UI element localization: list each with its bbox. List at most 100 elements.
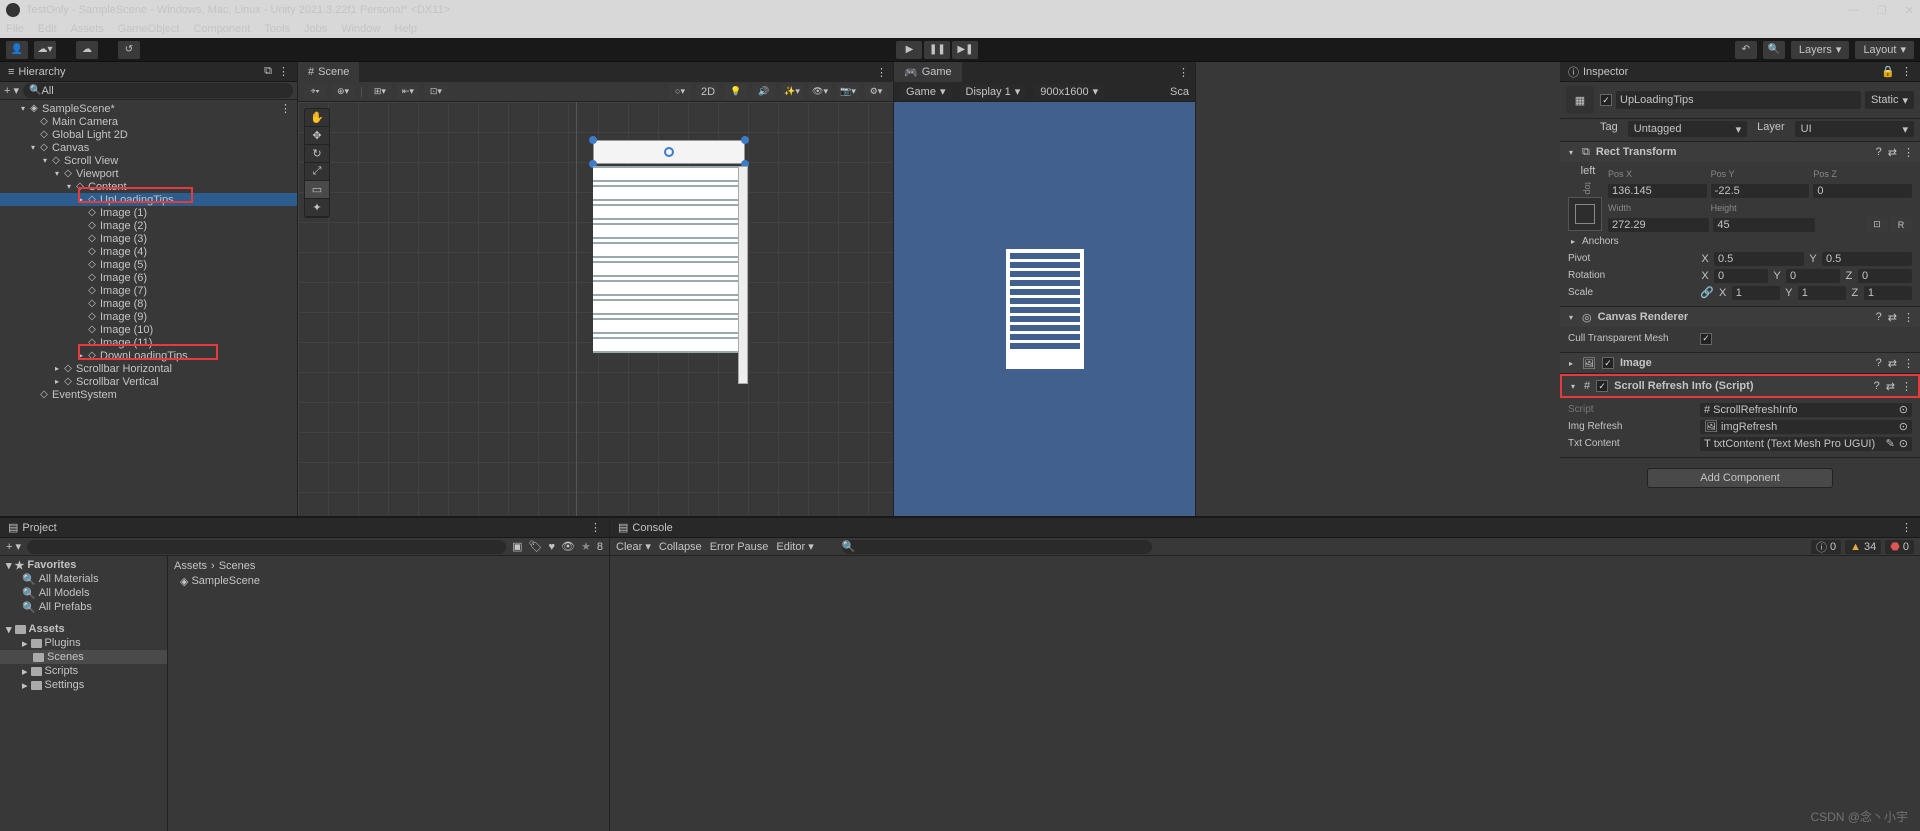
tree-item[interactable]: ▸◇Scrollbar Horizontal bbox=[0, 362, 297, 375]
pivot-x[interactable]: 0.5 bbox=[1714, 252, 1804, 266]
script-enabled-checkbox[interactable] bbox=[1596, 380, 1608, 392]
collapse-toggle[interactable]: Collapse bbox=[659, 541, 702, 553]
fav-item[interactable]: 🔍All Prefabs bbox=[0, 600, 167, 614]
row-menu-icon[interactable]: ⋮ bbox=[280, 102, 297, 115]
tree-item[interactable]: ◇Image (9) bbox=[0, 310, 297, 323]
tree-item[interactable]: ◇Image (10) bbox=[0, 323, 297, 336]
inspector-lock-icon[interactable]: 🔒 bbox=[1881, 65, 1895, 78]
pivot-y[interactable]: 0.5 bbox=[1822, 252, 1912, 266]
search-favorite-icon[interactable]: ♥ bbox=[549, 541, 556, 553]
tree-item[interactable]: ◇EventSystem bbox=[0, 388, 297, 401]
tree-item[interactable]: ▸◇Scrollbar Vertical bbox=[0, 375, 297, 388]
add-component-button[interactable]: Add Component bbox=[1647, 468, 1833, 488]
project-search[interactable] bbox=[27, 540, 506, 554]
component-menu-icon[interactable]: ⋮ bbox=[1903, 357, 1914, 370]
width-field[interactable]: 272.29 bbox=[1608, 218, 1709, 232]
tree-item[interactable]: ▾◇Viewport bbox=[0, 167, 297, 180]
gameobject-name-field[interactable]: UpLoadingTips bbox=[1616, 91, 1861, 109]
project-menu-icon[interactable]: ⋮ bbox=[590, 521, 601, 534]
preset-icon[interactable]: ⇄ bbox=[1886, 380, 1895, 393]
folder-item[interactable]: ▸Plugins bbox=[0, 636, 167, 650]
search-by-label-icon[interactable]: 🏷 bbox=[529, 540, 543, 553]
gizmos-dropdown[interactable]: ⚙▾ bbox=[865, 84, 887, 100]
snap-settings-dropdown[interactable]: ⊡▾ bbox=[425, 84, 447, 100]
create-dropdown[interactable]: + ▾ bbox=[4, 84, 19, 97]
tag-dropdown[interactable]: Untagged▾ bbox=[1628, 121, 1747, 137]
hierarchy-menu-icon[interactable]: ⋮ bbox=[278, 65, 289, 78]
menu-edit[interactable]: Edit bbox=[38, 23, 57, 35]
lighting-toggle[interactable]: 💡 bbox=[725, 84, 747, 100]
menu-component[interactable]: Component bbox=[193, 23, 250, 35]
display-dropdown[interactable]: Display 1▾ bbox=[960, 84, 1027, 99]
tree-item[interactable]: ◇Image (3) bbox=[0, 232, 297, 245]
assets-header[interactable]: ▾Assets bbox=[0, 622, 167, 636]
rotate-tool[interactable]: ↻ bbox=[305, 145, 329, 163]
posx-field[interactable]: 136.145 bbox=[1608, 184, 1707, 198]
scene-menu-icon[interactable]: ⋮ bbox=[876, 66, 887, 79]
tree-item[interactable]: ◇Image (4) bbox=[0, 245, 297, 258]
gameobject-icon[interactable]: ▦ bbox=[1566, 86, 1594, 114]
scale-z[interactable]: 1 bbox=[1864, 286, 1912, 300]
camera-dropdown[interactable]: 📷▾ bbox=[837, 84, 859, 100]
error-count[interactable]: ⬣0 bbox=[1885, 540, 1914, 554]
visibility-dropdown[interactable]: 👁▾ bbox=[809, 84, 831, 100]
rot-z[interactable]: 0 bbox=[1858, 269, 1912, 283]
tree-item[interactable]: ◇Image (6) bbox=[0, 271, 297, 284]
img-refresh-field[interactable]: 🖼imgRefresh⊙ bbox=[1700, 420, 1912, 434]
menu-tools[interactable]: Tools bbox=[264, 23, 290, 35]
cull-checkbox[interactable] bbox=[1700, 333, 1712, 345]
move-tool[interactable]: ✥ bbox=[305, 127, 329, 145]
image-enabled-checkbox[interactable] bbox=[1602, 357, 1614, 369]
selected-rect[interactable] bbox=[593, 140, 745, 164]
menu-jobs[interactable]: Jobs bbox=[304, 23, 327, 35]
component-menu-icon[interactable]: ⋮ bbox=[1901, 380, 1912, 393]
game-view[interactable] bbox=[894, 102, 1195, 516]
project-list[interactable]: Assets›Scenes ◈SampleScene bbox=[168, 556, 609, 831]
raw-edit-mode[interactable]: R bbox=[1890, 217, 1912, 233]
folder-item[interactable]: ▸Scripts bbox=[0, 664, 167, 678]
tree-item[interactable]: ◇Image (2) bbox=[0, 219, 297, 232]
tree-item[interactable]: ◇Image (5) bbox=[0, 258, 297, 271]
game-menu-icon[interactable]: ⋮ bbox=[1178, 66, 1189, 79]
info-count[interactable]: ⓘ0 bbox=[1811, 540, 1841, 554]
scene-tab[interactable]: #Scene bbox=[298, 62, 359, 82]
rect-tool[interactable]: ▭ bbox=[305, 181, 329, 199]
project-create-dropdown[interactable]: + ▾ bbox=[6, 540, 21, 553]
tree-item[interactable]: ▾◇Content bbox=[0, 180, 297, 193]
tree-item[interactable]: ◇Main Camera bbox=[0, 115, 297, 128]
hand-tool[interactable]: ✋ bbox=[305, 109, 329, 127]
console-search[interactable]: 🔍 bbox=[842, 540, 1152, 554]
preset-icon[interactable]: ⇄ bbox=[1888, 311, 1897, 324]
preset-icon[interactable]: ⇄ bbox=[1888, 357, 1897, 370]
tree-item[interactable]: ◇Image (11) bbox=[0, 336, 297, 349]
audio-toggle[interactable]: 🔊 bbox=[753, 84, 775, 100]
asset-item[interactable]: ◈SampleScene bbox=[174, 574, 603, 588]
project-tree[interactable]: ▾★Favorites 🔍All Materials 🔍All Models 🔍… bbox=[0, 556, 168, 831]
folder-item-selected[interactable]: Scenes bbox=[0, 650, 167, 664]
hierarchy-popout-icon[interactable]: ⧉ bbox=[264, 65, 272, 78]
txt-content-field[interactable]: TtxtContent (Text Mesh Pro UGUI)✎⊙ bbox=[1700, 437, 1912, 451]
menu-file[interactable]: File bbox=[6, 23, 24, 35]
clear-button[interactable]: Clear ▾ bbox=[616, 540, 651, 553]
history-icon[interactable]: ↺ bbox=[118, 41, 140, 59]
height-field[interactable]: 45 bbox=[1713, 218, 1814, 232]
link-icon[interactable]: 🔗 bbox=[1700, 286, 1714, 299]
cloud-icon[interactable]: ☁ bbox=[76, 41, 98, 59]
menu-help[interactable]: Help bbox=[394, 23, 417, 35]
scale-x[interactable]: 1 bbox=[1732, 286, 1780, 300]
component-menu-icon[interactable]: ⋮ bbox=[1903, 146, 1914, 159]
search-icon[interactable]: 🔍 bbox=[1763, 41, 1785, 59]
active-checkbox[interactable] bbox=[1600, 94, 1612, 106]
tree-item[interactable]: ◇Image (1) bbox=[0, 206, 297, 219]
tree-item[interactable]: ◇Image (7) bbox=[0, 284, 297, 297]
play-button[interactable]: ▶ bbox=[896, 41, 922, 59]
pause-button[interactable]: ❚❚ bbox=[924, 41, 950, 59]
error-pause-toggle[interactable]: Error Pause bbox=[710, 541, 769, 553]
folder-item[interactable]: ▸Settings bbox=[0, 678, 167, 692]
anchor-preset[interactable] bbox=[1568, 197, 1602, 231]
hidden-packages-icon[interactable]: 👁 bbox=[561, 540, 575, 553]
transform-tool[interactable]: ✦ bbox=[305, 199, 329, 217]
layout-dropdown[interactable]: Layout▾ bbox=[1855, 41, 1914, 59]
tree-item[interactable]: ▸◇DownLoadingTips bbox=[0, 349, 297, 362]
pivot-dropdown[interactable]: ⌖▾ bbox=[304, 84, 326, 100]
